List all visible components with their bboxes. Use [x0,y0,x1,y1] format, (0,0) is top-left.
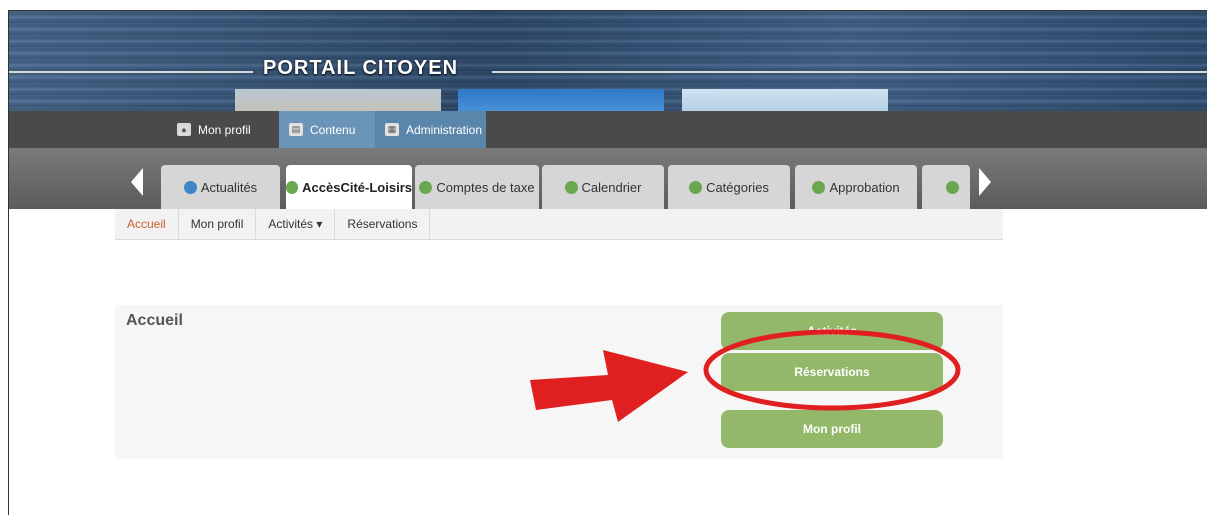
toolbar-contenu-label: Contenu [310,122,356,137]
leaf-icon [419,180,433,194]
tab-calendrier[interactable]: Calendrier [542,165,664,209]
tab-approbation-label: Approbation [829,179,900,195]
toolbar-mon-profil-label: Mon profil [198,122,251,137]
tab-categories-label: Catégories [706,179,769,195]
reservations-button[interactable]: Réservations [721,353,943,391]
mon-profil-button[interactable]: Mon profil [721,410,943,448]
leaf-icon [946,180,959,194]
subnav-accueil[interactable]: Accueil [115,209,179,239]
tabs-prev-arrow-icon[interactable] [131,168,143,196]
tab-approbation[interactable]: Approbation [795,165,917,209]
home-panel: Accueil Activités Réservations Mon profi… [115,305,1003,459]
toolbar-administration-label: Administration [406,122,483,137]
subnav-activites-dropdown[interactable]: Activités ▾ [256,209,336,239]
module-tab-bar: Actualités AccèsCité-Loisirs Comptes de … [9,148,1207,209]
home-icon [183,180,197,194]
tab-calendrier-label: Calendrier [581,179,642,195]
leaf-icon [564,180,578,194]
tab-partial[interactable] [922,165,970,209]
toolbar-mon-profil-button[interactable]: ● Mon profil [169,111,272,148]
leaf-icon [689,180,703,194]
page-title: Accueil [126,312,183,329]
toolbar-contenu-button[interactable]: ▤ Contenu [279,111,375,148]
toolbar-administration-button[interactable]: ▦ Administration [375,111,486,148]
subnav-mon-profil[interactable]: Mon profil [179,209,257,239]
admin-icon: ▦ [385,123,399,136]
banner-rule-left [9,71,253,73]
tab-comptes-de-taxe-label: Comptes de taxe [436,179,535,195]
activites-button[interactable]: Activités [721,312,943,350]
tab-accescite-loisirs[interactable]: AccèsCité-Loisirs [286,165,412,209]
admin-toolbar: ● Mon profil ▤ Contenu ▦ Administration [9,111,1207,148]
tab-categories[interactable]: Catégories [668,165,790,209]
banner-rule-right [492,71,1207,73]
sub-navigation: Accueil Mon profil Activités ▾ Réservati… [115,209,1003,240]
browser-frame: PORTAIL CITOYEN ● Mon profil ▤ Contenu ▦… [8,10,1207,515]
tabs-next-arrow-icon[interactable] [979,168,991,196]
subnav-reservations[interactable]: Réservations [335,209,431,239]
tab-actualites[interactable]: Actualités [161,165,280,209]
person-icon: ● [177,123,191,136]
tab-accescite-loisirs-label: AccèsCité-Loisirs [302,179,412,195]
tab-comptes-de-taxe[interactable]: Comptes de taxe [415,165,539,209]
leaf-icon [812,180,826,194]
tab-actualites-label: Actualités [200,179,258,195]
banner-title: PORTAIL CITOYEN [263,57,459,79]
document-icon: ▤ [289,123,303,136]
leaf-icon [286,180,299,194]
